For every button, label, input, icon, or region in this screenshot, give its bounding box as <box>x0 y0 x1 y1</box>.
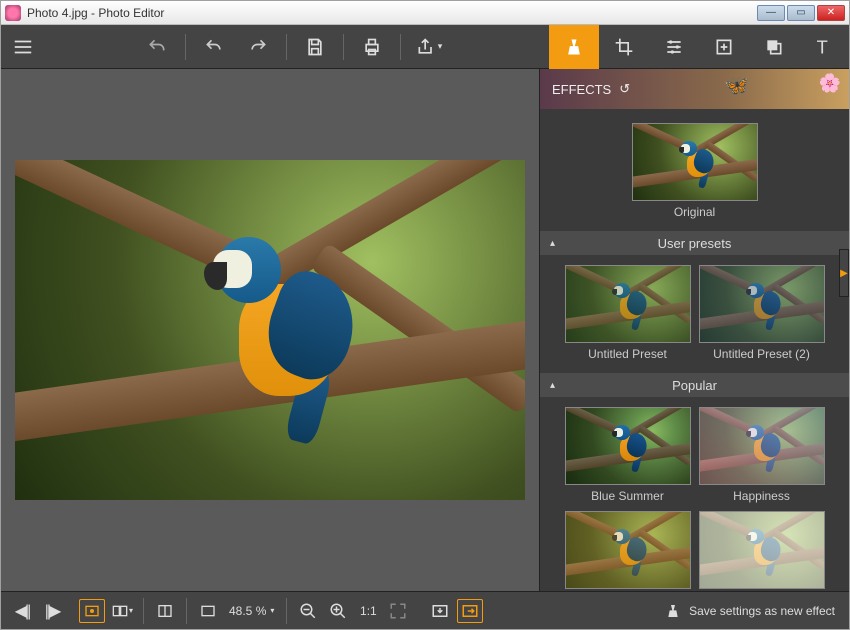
preset-original-label: Original <box>632 205 758 219</box>
import-button[interactable] <box>425 592 455 630</box>
preset-original[interactable]: Original <box>632 123 758 219</box>
canvas-area[interactable] <box>1 69 539 591</box>
redo-button[interactable] <box>236 25 280 69</box>
sidepanel-toggle[interactable]: ▶ <box>839 249 849 297</box>
main-photo <box>15 160 525 500</box>
preset-thumb[interactable]: Happiness <box>699 407 825 503</box>
effects-sidepanel: EFFECTS ↺ 🦋 🌸 Original ▴ User presets Unti… <box>539 69 849 591</box>
preset-label: Untitled Preset <box>565 347 691 361</box>
window-title: Photo 4.jpg - Photo Editor <box>27 6 755 20</box>
undo-history-button[interactable] <box>135 25 179 69</box>
svg-text:T: T <box>817 36 828 57</box>
save-as-effect-label: Save settings as new effect <box>689 604 835 618</box>
next-image-button[interactable]: ||▶ <box>37 592 67 630</box>
section-title: Popular <box>672 378 717 393</box>
undo-button[interactable] <box>192 25 236 69</box>
collapse-icon: ▴ <box>550 238 555 249</box>
preset-label: Untitled Preset (2) <box>699 347 825 361</box>
print-button[interactable] <box>350 25 394 69</box>
menu-button[interactable] <box>1 25 45 69</box>
tab-text[interactable]: T <box>799 25 849 69</box>
top-toolbar: ▾ T <box>1 25 849 69</box>
effects-panel-body[interactable]: Original ▴ User presets Untitled Preset Unt… <box>540 109 849 591</box>
prev-image-button[interactable]: ◀|| <box>7 592 37 630</box>
zoom-actual-button[interactable]: 1:1 <box>353 592 383 630</box>
tab-crop[interactable] <box>599 25 649 69</box>
minimize-button[interactable]: — <box>757 5 785 21</box>
zoom-fit-button[interactable] <box>383 592 413 630</box>
titlebar[interactable]: Photo 4.jpg - Photo Editor — ▭ ✕ <box>1 1 849 25</box>
collapse-icon: ▴ <box>550 380 555 391</box>
save-button[interactable] <box>293 25 337 69</box>
preset-thumb[interactable]: Untitled Preset <box>565 265 691 361</box>
save-as-effect-button[interactable]: Save settings as new effect <box>665 603 849 619</box>
bottom-toolbar: ◀|| ||▶ ▾ 48.5 %▾ <box>1 591 849 629</box>
flowers-decor: 🌸 <box>819 73 841 94</box>
tab-layers[interactable] <box>749 25 799 69</box>
effects-reset-icon[interactable]: ↺ <box>619 81 630 97</box>
app-window: Photo 4.jpg - Photo Editor — ▭ ✕ <box>0 0 850 630</box>
app-icon <box>5 5 21 21</box>
view-single-button[interactable] <box>79 599 105 623</box>
tab-adjust[interactable] <box>649 25 699 69</box>
preset-thumb[interactable] <box>699 511 825 591</box>
tab-retouch[interactable] <box>699 25 749 69</box>
maximize-button[interactable]: ▭ <box>787 5 815 21</box>
fit-screen-button[interactable] <box>193 592 223 630</box>
preset-label: Blue Summer <box>565 489 691 503</box>
preset-thumb[interactable] <box>565 511 691 591</box>
preset-thumb[interactable]: Blue Summer <box>565 407 691 503</box>
export-button[interactable] <box>457 599 483 623</box>
zoom-value[interactable]: 48.5 %▾ <box>223 604 280 618</box>
effects-header: EFFECTS ↺ 🦋 🌸 <box>540 69 849 109</box>
share-button[interactable]: ▾ <box>407 25 451 69</box>
view-compare-button[interactable]: ▾ <box>107 592 137 630</box>
preset-label: Happiness <box>699 489 825 503</box>
section-title: User presets <box>658 236 732 251</box>
mode-tabs: T <box>549 25 849 69</box>
section-header[interactable]: ▴ Popular <box>540 373 849 397</box>
view-split-button[interactable] <box>150 592 180 630</box>
zoom-in-button[interactable] <box>323 592 353 630</box>
zoom-out-button[interactable] <box>293 592 323 630</box>
close-button[interactable]: ✕ <box>817 5 845 21</box>
effects-header-label: EFFECTS <box>552 82 611 97</box>
butterfly-decor: 🦋 <box>724 73 749 98</box>
preset-thumb[interactable]: Untitled Preset (2) <box>699 265 825 361</box>
tab-effects[interactable] <box>549 25 599 69</box>
section-header[interactable]: ▴ User presets <box>540 231 849 255</box>
